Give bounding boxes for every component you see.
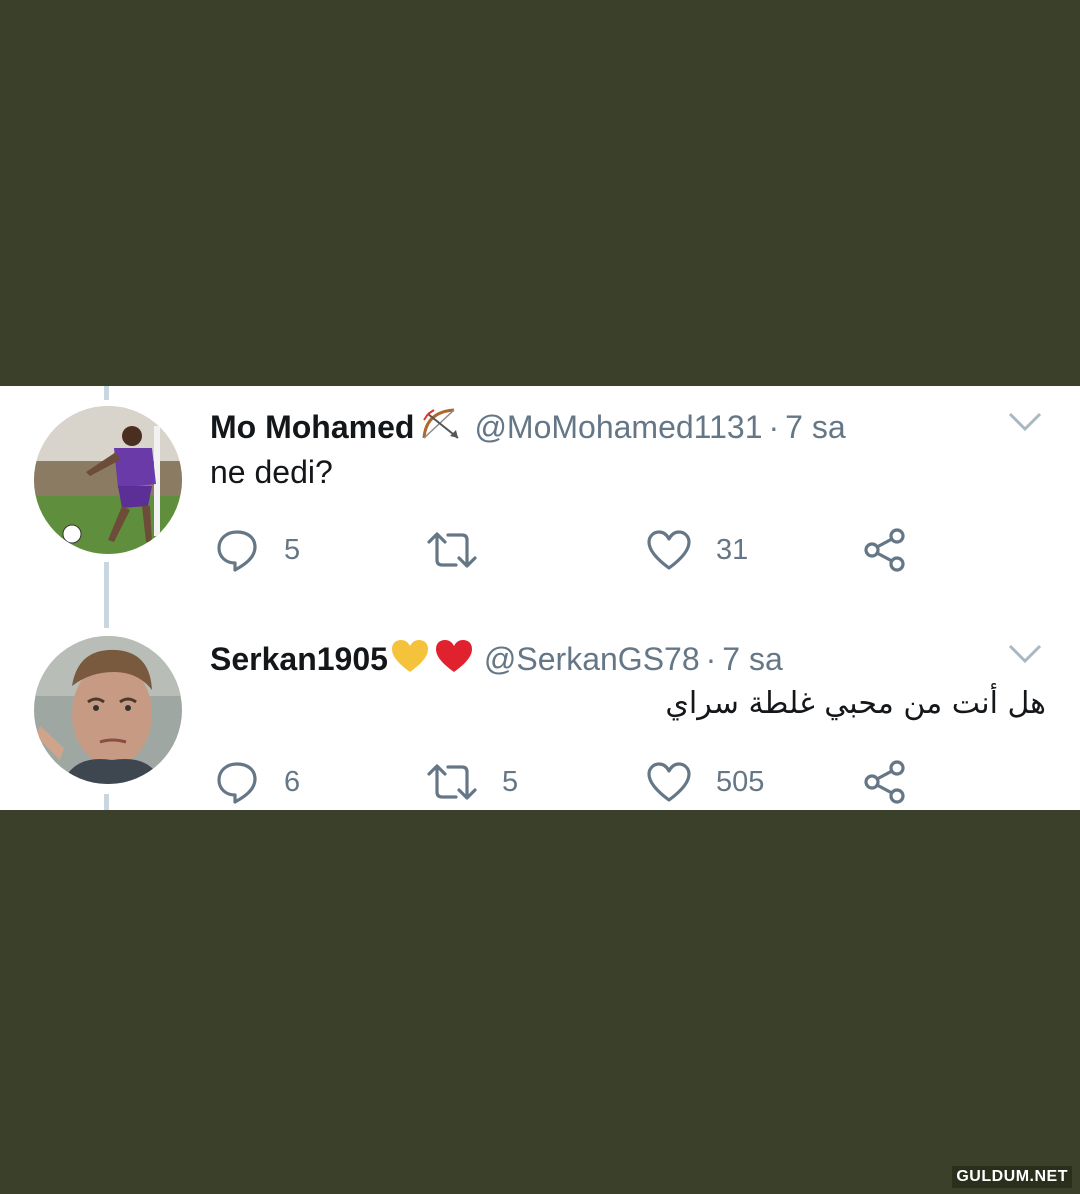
avatar[interactable]	[34, 406, 182, 554]
tweet-thread-panel: Mo Mohamed @MoMohamed1131 · 7 sa ne dedi? 5…	[0, 386, 1080, 810]
tweet-text: ne dedi?	[210, 454, 333, 490]
watermark: GULDUM.NET	[952, 1166, 1072, 1188]
reply-count: 6	[284, 765, 301, 798]
reply-button[interactable]: 6	[214, 758, 300, 806]
like-button[interactable]: 31	[646, 526, 748, 574]
reply-count: 5	[284, 533, 301, 566]
user-handle[interactable]: @SerkanGS78	[484, 641, 700, 677]
separator-dot: ·	[768, 409, 780, 445]
share-icon	[862, 759, 908, 805]
tweet-item[interactable]: Mo Mohamed @MoMohamed1131 · 7 sa ne dedi? 5…	[0, 386, 1080, 618]
bow-and-arrow-icon	[420, 406, 464, 451]
tweet-text: هل أنت من محبي غلطة سراي	[665, 686, 1046, 721]
timestamp[interactable]: 7 sa	[785, 409, 845, 445]
user-handle[interactable]: @MoMohamed1131	[474, 409, 762, 445]
like-count: 31	[716, 533, 749, 566]
reply-icon	[214, 527, 260, 573]
share-button[interactable]	[862, 526, 908, 574]
heart-icon	[646, 529, 692, 571]
tweet-item[interactable]: Serkan1905 @SerkanGS78 · 7 sa هل أنت من محب…	[0, 618, 1080, 810]
heart-icon	[646, 761, 692, 803]
retweet-icon	[426, 530, 478, 570]
share-icon	[862, 527, 908, 573]
avatar[interactable]	[34, 636, 182, 784]
tweet-header: Mo Mohamed @MoMohamed1131 · 7 sa	[210, 406, 846, 451]
tweet-actions: 6 5 505	[214, 758, 934, 806]
retweet-button[interactable]: 5	[426, 758, 518, 806]
reply-icon	[214, 759, 260, 805]
separator-dot: ·	[705, 641, 717, 677]
timestamp[interactable]: 7 sa	[722, 641, 782, 677]
red-heart-icon	[434, 638, 474, 683]
tweet-header: Serkan1905 @SerkanGS78 · 7 sa	[210, 638, 783, 683]
display-name[interactable]: Mo Mohamed	[210, 409, 414, 445]
yellow-heart-icon	[390, 638, 430, 683]
like-count: 505	[716, 765, 765, 798]
share-button[interactable]	[862, 758, 908, 806]
chevron-down-icon[interactable]	[1008, 412, 1042, 437]
retweet-button[interactable]	[426, 526, 502, 574]
like-button[interactable]: 505	[646, 758, 764, 806]
tweet-actions: 5 31	[214, 526, 934, 574]
reply-button[interactable]: 5	[214, 526, 300, 574]
retweet-count: 5	[502, 765, 519, 798]
display-name[interactable]: Serkan1905	[210, 641, 388, 677]
chevron-down-icon[interactable]	[1008, 644, 1042, 669]
retweet-icon	[426, 762, 478, 802]
